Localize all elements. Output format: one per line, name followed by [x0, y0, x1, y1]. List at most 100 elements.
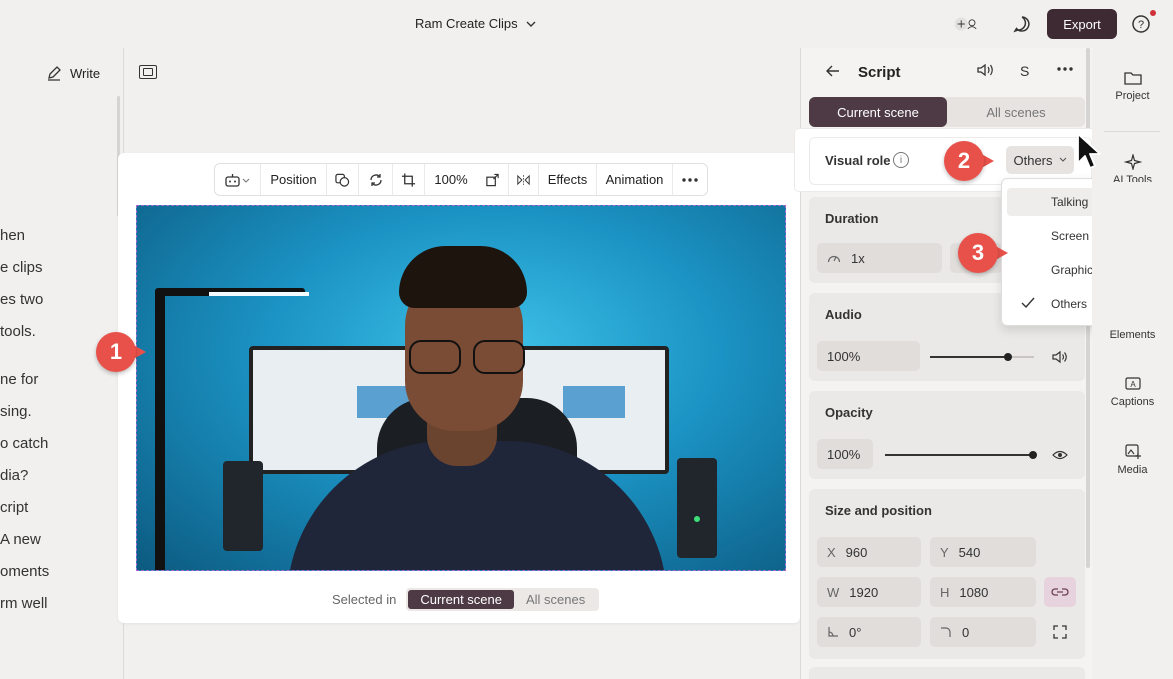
video-speaker [223, 461, 263, 551]
callout-number: 3 [958, 233, 998, 273]
fit-screen-icon[interactable] [139, 65, 157, 79]
script-line: hen [0, 227, 26, 244]
opacity-field[interactable]: 100% [817, 439, 873, 469]
script-line: es two [0, 291, 44, 308]
scope-all-scenes[interactable]: All scenes [514, 590, 597, 609]
link-icon [1051, 588, 1069, 596]
video-person-glasses [409, 340, 525, 374]
visual-role-value: Others [1013, 152, 1053, 168]
svg-text:?: ? [1138, 19, 1144, 31]
more-icon[interactable] [673, 164, 707, 195]
pen-icon [48, 66, 61, 81]
sparkle-icon [1123, 154, 1142, 170]
rail-item-ai-tools[interactable]: AI Tools [1092, 154, 1173, 182]
volume-field[interactable]: 100% [817, 341, 920, 371]
position-button[interactable]: Position [261, 164, 327, 195]
folder-icon [1123, 72, 1142, 85]
corner-radius-field[interactable]: 0 [930, 617, 1036, 647]
size-position-title: Size and position [825, 503, 932, 518]
selected-in-label: Selected in [332, 592, 397, 607]
speed-value: 1x [851, 250, 865, 266]
script-line: oments [0, 563, 50, 580]
w-label: W [827, 584, 840, 600]
crop-icon[interactable] [393, 164, 425, 195]
volume-slider-knob[interactable] [1004, 353, 1012, 361]
script-line: A new [0, 531, 41, 548]
panel-title: Script [858, 64, 901, 81]
scope-toggle: Current scene All scenes [406, 588, 600, 611]
lock-ratio-button[interactable] [1044, 577, 1076, 607]
effects-button[interactable]: Effects [539, 164, 597, 195]
write-button[interactable]: Write [46, 65, 100, 81]
shapes-icon[interactable] [327, 164, 359, 195]
rotation-value: 0° [849, 624, 862, 640]
script-text[interactable]: hen e clips es two tools. ne for sing. o… [0, 220, 49, 620]
speaker-s-button[interactable]: S [1020, 63, 1029, 79]
script-line: o catch [0, 435, 49, 452]
help-icon[interactable]: ? [1129, 12, 1153, 36]
chevron-down-icon [1059, 157, 1066, 162]
selected-in-bar: Selected in Current scene All scenes [332, 588, 600, 611]
option-label: Others [1051, 297, 1088, 311]
script-line: e clips [0, 259, 43, 276]
video-lamp-light [209, 292, 309, 296]
rail-label: Media [1117, 464, 1148, 476]
export-button[interactable]: Export [1047, 9, 1117, 39]
replace-icon[interactable] [359, 164, 393, 195]
w-value: 1920 [849, 584, 879, 600]
y-label: Y [940, 544, 949, 560]
w-field[interactable]: W 1920 [817, 577, 921, 607]
volume-slider-fill [930, 356, 1008, 358]
eye-icon[interactable] [1052, 449, 1068, 464]
script-line: dia? [0, 467, 29, 484]
ai-avatar-button[interactable] [215, 164, 261, 195]
volume-icon[interactable] [1052, 350, 1068, 367]
rail-item-elements[interactable]: Elements [1092, 329, 1173, 341]
zoom-level[interactable]: 100% [425, 164, 477, 195]
rail-item-media[interactable]: Media [1092, 444, 1173, 476]
next-card [809, 667, 1085, 679]
scope-current-scene[interactable]: Current scene [408, 590, 514, 609]
callout-number: 1 [96, 332, 136, 372]
rail-label: Project [1115, 90, 1150, 102]
opacity-slider-knob[interactable] [1029, 451, 1037, 459]
project-title[interactable]: Ram Create Clips [415, 16, 536, 31]
h-value: 1080 [959, 584, 989, 600]
script-line: cript [0, 499, 29, 516]
tab-current-scene[interactable]: Current scene [809, 97, 947, 127]
angle-icon [828, 627, 838, 637]
y-field[interactable]: Y 540 [930, 537, 1036, 567]
panel-more-icon[interactable] [1056, 62, 1074, 79]
flip-icon[interactable] [509, 164, 539, 195]
mouse-cursor-icon [1077, 133, 1103, 176]
rail-item-project[interactable]: Project [1092, 70, 1173, 102]
video-clip[interactable] [136, 205, 786, 571]
visual-role-select[interactable]: Others [1006, 146, 1074, 174]
video-speaker [677, 458, 717, 558]
resize-icon[interactable] [477, 164, 509, 195]
info-icon[interactable]: i [893, 152, 909, 168]
volume-value: 100% [827, 348, 861, 364]
checkmark-icon [1021, 296, 1035, 312]
project-title-text: Ram Create Clips [415, 16, 518, 31]
speed-field[interactable]: 1x [817, 243, 942, 273]
voice-icon[interactable] [976, 63, 994, 80]
h-field[interactable]: H 1080 [930, 577, 1036, 607]
add-collaborator-icon[interactable] [954, 12, 978, 36]
animation-button[interactable]: Animation [597, 164, 673, 195]
rail-item-captions[interactable]: A Captions [1092, 376, 1173, 408]
rotation-field[interactable]: 0° [817, 617, 921, 647]
chevron-down-icon [526, 21, 536, 27]
x-field[interactable]: X 960 [817, 537, 921, 567]
tab-all-scenes[interactable]: All scenes [947, 97, 1085, 127]
visual-role-label: Visual role [825, 153, 891, 168]
panel-scope-tabs: Current scene All scenes [809, 97, 1085, 127]
comment-icon[interactable] [1010, 12, 1034, 36]
opacity-slider-fill [885, 454, 1033, 456]
back-arrow-icon[interactable] [826, 64, 840, 81]
duration-title: Duration [825, 211, 879, 226]
right-rail [1092, 48, 1173, 679]
callout-number: 2 [944, 141, 984, 181]
expand-icon[interactable] [1053, 625, 1067, 642]
opacity-title: Opacity [825, 405, 873, 420]
